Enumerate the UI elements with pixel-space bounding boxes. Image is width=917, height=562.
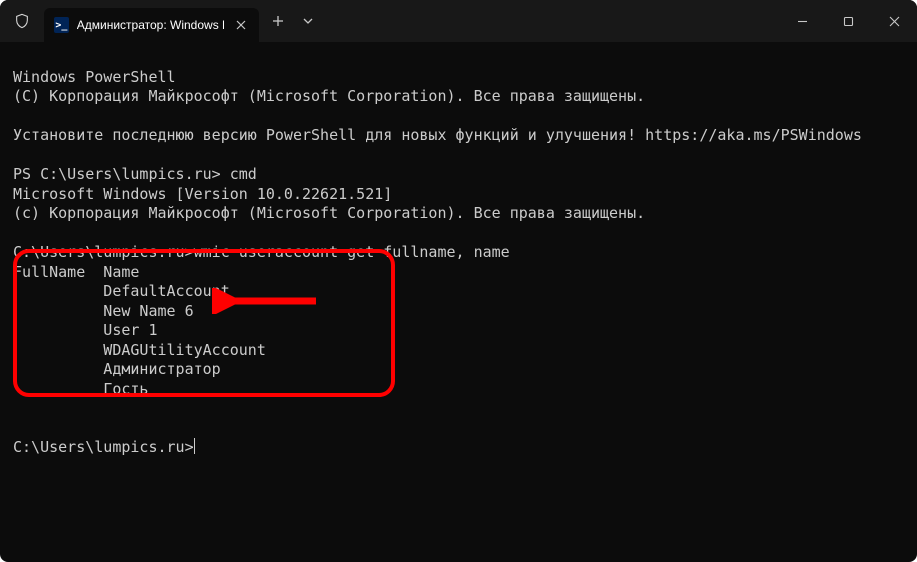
cursor (194, 438, 195, 454)
chevron-down-icon (303, 18, 313, 24)
terminal-line: Установите последнюю версию PowerShell д… (13, 126, 862, 144)
terminal-line: (C) Корпорация Майкрософт (Microsoft Cor… (13, 87, 645, 105)
tab-powershell[interactable]: >_ Администратор: Windows Po (44, 8, 259, 42)
table-header: FullName Name (13, 263, 139, 281)
table-row: DefaultAccount (13, 282, 230, 300)
maximize-icon (843, 16, 854, 27)
terminal-line: (c) Корпорация Майкрософт (Microsoft Cor… (13, 204, 645, 222)
titlebar: >_ Администратор: Windows Po (0, 0, 917, 42)
close-window-button[interactable] (871, 0, 917, 42)
close-icon (889, 16, 900, 27)
minimize-button[interactable] (779, 0, 825, 42)
terminal-line: Windows PowerShell (13, 68, 176, 86)
table-row: New Name 6 (13, 302, 194, 320)
terminal-line: Microsoft Windows [Version 10.0.22621.52… (13, 185, 392, 203)
terminal-prompt: C:\Users\lumpics.ru> (13, 243, 194, 261)
table-row: WDAGUtilityAccount (13, 341, 266, 359)
terminal-prompt: PS C:\Users\lumpics.ru> (13, 165, 230, 183)
table-row: User 1 (13, 321, 158, 339)
app-menu-icon[interactable] (0, 13, 44, 29)
tab-title: Администратор: Windows Po (77, 18, 225, 32)
terminal-command: cmd (230, 165, 257, 183)
terminal-command: wmic useraccount get fullname, name (194, 243, 510, 261)
plus-icon (272, 15, 284, 27)
powershell-icon: >_ (54, 17, 69, 33)
terminal-window: >_ Администратор: Windows Po (0, 0, 917, 562)
window-controls (779, 0, 917, 42)
terminal-prompt: C:\Users\lumpics.ru> (13, 438, 194, 456)
minimize-icon (797, 16, 808, 27)
shield-icon (14, 13, 30, 29)
tab-close-button[interactable] (232, 16, 249, 34)
table-row: Администратор (13, 360, 221, 378)
terminal-viewport[interactable]: Windows PowerShell (C) Корпорация Майкро… (0, 42, 917, 562)
maximize-button[interactable] (825, 0, 871, 42)
new-tab-button[interactable] (263, 6, 293, 36)
tab-dropdown-button[interactable] (293, 6, 323, 36)
table-row: Гость (13, 380, 148, 398)
close-icon (236, 20, 246, 30)
